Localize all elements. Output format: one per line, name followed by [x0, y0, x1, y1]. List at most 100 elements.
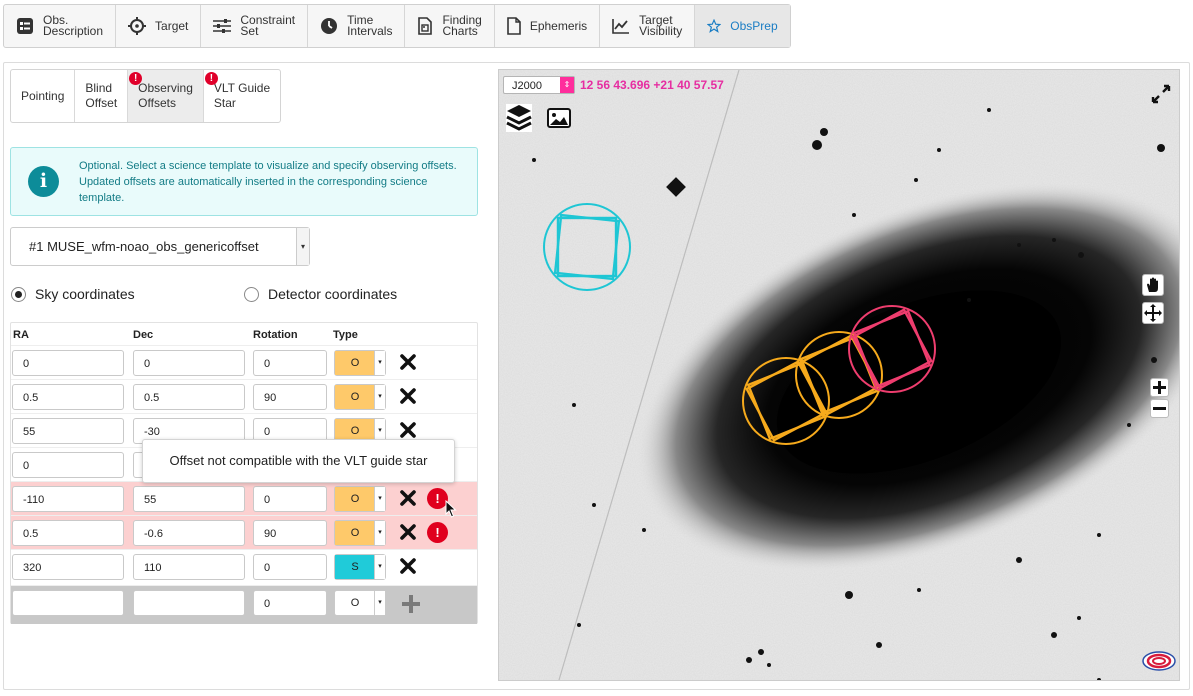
ra-input[interactable]: 0.5	[12, 520, 124, 546]
star	[592, 503, 596, 507]
plus-icon	[1153, 381, 1166, 394]
tab-obs-description[interactable]: Obs. Description	[4, 5, 117, 47]
ra-input[interactable]: -110	[12, 486, 124, 512]
offset-row: 0.5 0.5 90 O ▾	[11, 379, 477, 414]
delete-offset-button[interactable]	[399, 557, 417, 575]
dec-input[interactable]: 110	[133, 554, 245, 580]
delete-offset-button[interactable]	[399, 353, 417, 371]
dec-input[interactable]: 55	[133, 486, 245, 512]
chevron-down-icon: ▾	[374, 487, 385, 511]
ra-input[interactable]: 320	[12, 554, 124, 580]
target-icon	[128, 17, 147, 35]
type-value: S	[335, 555, 375, 579]
type-select[interactable]: S ▾	[334, 554, 386, 580]
zoom-in-button[interactable]	[1150, 378, 1169, 397]
image-icon[interactable]	[547, 108, 571, 128]
coordinate-frame-select[interactable]: J2000 ⇕	[503, 76, 575, 94]
detector-coordinates-radio[interactable]: Detector coordinates	[244, 286, 397, 302]
star	[937, 148, 941, 152]
offset-row: 320 110 0 S ▾	[11, 549, 477, 584]
delete-offset-button[interactable]	[399, 421, 417, 439]
sky-image-viewer[interactable]: J2000 ⇕ 12 56 43.696 +21 40 57.57	[498, 69, 1180, 681]
star	[532, 158, 536, 162]
subtab-label: VLT Guide Star	[213, 81, 271, 110]
layers-icon[interactable]	[505, 102, 533, 134]
star	[1016, 557, 1022, 563]
tab-target-visibility[interactable]: Target Visibility	[600, 5, 696, 47]
chevron-down-icon: ▾	[296, 228, 309, 265]
subtab-vlt-guide-star[interactable]: ! VLT Guide Star	[204, 70, 280, 122]
tab-label: Finding Charts	[442, 13, 482, 38]
chevron-down-icon: ▾	[374, 351, 385, 375]
subtab-observing-offsets[interactable]: ! Observing Offsets	[128, 70, 204, 122]
info-box: i Optional. Select a science template to…	[10, 147, 478, 216]
ra-input[interactable]	[12, 590, 124, 616]
tab-constraint-set[interactable]: Constraint Set	[201, 5, 309, 47]
info-text: Optional. Select a science template to v…	[79, 160, 457, 204]
tab-target[interactable]: Target	[116, 5, 202, 47]
type-value: O	[335, 521, 375, 545]
subtab-blind-offset[interactable]: Blind Offset	[75, 70, 129, 122]
rotation-input[interactable]: 0	[253, 554, 327, 580]
star	[1097, 533, 1101, 537]
delete-offset-button[interactable]	[399, 387, 417, 405]
dec-input[interactable]: -0.6	[133, 520, 245, 546]
rotation-input[interactable]: 90	[253, 520, 327, 546]
updown-icon: ⇕	[560, 77, 574, 93]
type-value: O	[350, 597, 360, 609]
file-icon	[507, 17, 521, 35]
expand-icon[interactable]	[1151, 84, 1171, 104]
dec-input[interactable]: 0	[133, 350, 245, 376]
chart-line-icon	[612, 18, 630, 34]
minus-icon	[1153, 407, 1166, 410]
sky-coordinates-radio[interactable]: Sky coordinates	[11, 286, 135, 302]
move-icon	[1144, 304, 1162, 322]
tab-obsprep[interactable]: ObsPrep	[695, 5, 790, 47]
radio-indicator	[244, 286, 259, 302]
tab-label: Target Visibility	[639, 13, 683, 38]
column-header-ra: RA	[13, 329, 29, 341]
type-select[interactable]: O ▾	[334, 350, 386, 376]
star	[845, 591, 853, 599]
type-select[interactable]: O ▾	[334, 486, 386, 512]
type-select[interactable]: O ▾	[334, 590, 386, 616]
star	[1051, 632, 1057, 638]
template-select[interactable]: #1 MUSE_wfm-noao_obs_genericoffset ▾	[10, 227, 310, 266]
dec-input[interactable]: 0.5	[133, 384, 245, 410]
star	[572, 403, 576, 407]
rotation-input[interactable]: 0	[253, 590, 327, 616]
sub-tab-bar: Pointing Blind Offset ! Observing Offset…	[10, 69, 282, 123]
add-offset-button[interactable]	[401, 594, 421, 614]
ra-input[interactable]: 0	[12, 452, 124, 478]
star	[1017, 243, 1021, 247]
rotation-input[interactable]: 0	[253, 486, 327, 512]
tab-time-intervals[interactable]: Time Intervals	[308, 5, 406, 47]
subtab-pointing[interactable]: Pointing	[11, 70, 76, 122]
dec-input[interactable]	[133, 590, 245, 616]
chevron-down-icon: ▾	[374, 521, 385, 545]
radio-label: Sky coordinates	[35, 286, 135, 302]
ra-input[interactable]: 0.5	[12, 384, 124, 410]
ra-input[interactable]: 0	[12, 350, 124, 376]
subtab-label: Observing Offsets	[138, 81, 193, 110]
tab-ephemeris[interactable]: Ephemeris	[495, 5, 601, 47]
type-value: O	[335, 385, 375, 409]
pan-tool-button[interactable]	[1142, 274, 1164, 296]
offset-row: -110 55 0 O ▾!	[11, 481, 477, 516]
sliders-icon	[213, 18, 232, 34]
sky-image[interactable]	[499, 70, 1179, 680]
move-tool-button[interactable]	[1142, 302, 1164, 324]
star	[914, 178, 918, 182]
error-tooltip: Offset not compatible with the VLT guide…	[142, 439, 455, 483]
type-select[interactable]: O ▾	[334, 520, 386, 546]
star	[1151, 357, 1157, 363]
zoom-out-button[interactable]	[1150, 399, 1169, 418]
rotation-input[interactable]: 0	[253, 350, 327, 376]
error-icon[interactable]: !	[427, 522, 448, 543]
delete-offset-button[interactable]	[399, 489, 417, 507]
rotation-input[interactable]: 90	[253, 384, 327, 410]
tab-finding-charts[interactable]: Finding Charts	[405, 5, 495, 47]
delete-offset-button[interactable]	[399, 523, 417, 541]
ra-input[interactable]: 55	[12, 418, 124, 444]
type-select[interactable]: O ▾	[334, 384, 386, 410]
